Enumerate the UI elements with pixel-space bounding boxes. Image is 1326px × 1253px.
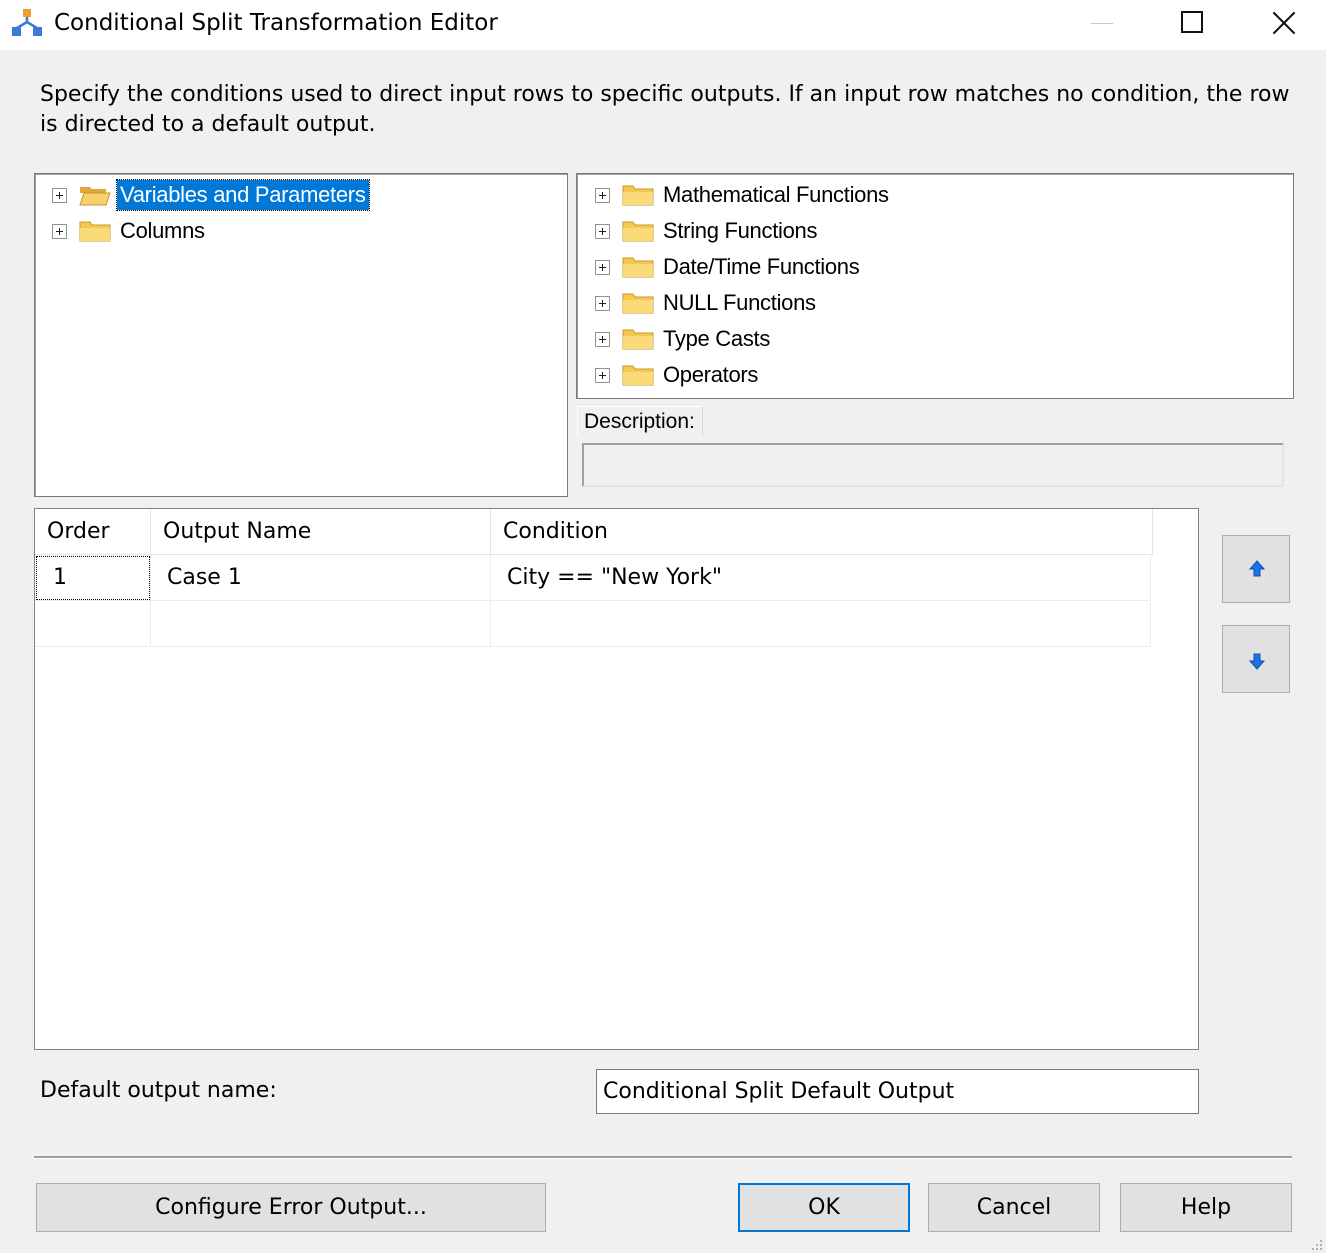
minimize-icon[interactable]: [1085, 4, 1121, 44]
tree-item-label: Variables and Parameters: [116, 179, 370, 211]
tree-item-label: String Functions: [663, 218, 818, 243]
maximize-icon[interactable]: [1174, 4, 1210, 44]
configure-error-output-button[interactable]: Configure Error Output...: [36, 1183, 546, 1232]
tree-item-label: Type Casts: [663, 326, 771, 351]
tree-item-type-casts[interactable]: Type Casts: [595, 322, 773, 356]
folder-icon: [622, 329, 654, 350]
column-header-order[interactable]: Order: [35, 509, 151, 555]
move-up-button[interactable]: [1222, 535, 1290, 603]
instructions-text: Specify the conditions used to direct in…: [40, 82, 1290, 137]
folder-icon: [622, 365, 654, 386]
cell-output-name[interactable]: [151, 601, 491, 647]
column-header-output-name[interactable]: Output Name: [151, 509, 491, 555]
move-down-button[interactable]: [1222, 625, 1290, 693]
tree-item-columns[interactable]: Columns: [52, 214, 208, 248]
expand-icon[interactable]: [595, 295, 610, 311]
tree-item-string-functions[interactable]: String Functions: [595, 214, 820, 248]
folder-icon: [622, 185, 654, 206]
help-button[interactable]: Help: [1120, 1183, 1292, 1232]
tree-item-operators[interactable]: Operators: [595, 358, 761, 392]
cell-order[interactable]: 1: [35, 555, 151, 601]
description-box: [582, 443, 1284, 487]
default-output-input[interactable]: Conditional Split Default Output: [596, 1069, 1199, 1114]
tree-item-null-functions[interactable]: NULL Functions: [595, 286, 819, 320]
cell-order[interactable]: [35, 601, 151, 647]
folder-icon: [622, 257, 654, 278]
conditions-grid[interactable]: Order Output Name Condition 1 Case 1 Cit…: [34, 508, 1199, 1050]
folder-icon: [622, 293, 654, 314]
expand-icon[interactable]: [595, 259, 610, 275]
folder-open-icon: [79, 187, 111, 206]
ssis-conditional-split-icon: [12, 9, 42, 36]
cancel-button[interactable]: Cancel: [928, 1183, 1100, 1232]
window-title: Conditional Split Transformation Editor: [54, 10, 498, 36]
expand-icon[interactable]: [595, 367, 610, 383]
cell-condition[interactable]: [491, 601, 1151, 647]
expand-icon[interactable]: [52, 223, 67, 239]
tree-item-label: Mathematical Functions: [663, 182, 889, 207]
expand-icon[interactable]: [595, 223, 610, 239]
tree-item-label: Date/Time Functions: [663, 254, 860, 279]
folder-icon: [622, 221, 654, 242]
tree-item-mathematical-functions[interactable]: Mathematical Functions: [595, 178, 892, 212]
resize-grip-icon[interactable]: [1306, 1234, 1324, 1252]
tree-item-label: Columns: [120, 218, 205, 243]
default-output-label: Default output name:: [40, 1078, 277, 1103]
ok-button[interactable]: OK: [738, 1183, 910, 1232]
tree-item-label: Operators: [663, 362, 759, 387]
arrow-down-icon: [1248, 653, 1266, 670]
arrow-up-icon: [1248, 560, 1266, 577]
separator: [34, 1156, 1292, 1159]
expand-icon[interactable]: [595, 187, 610, 203]
folder-icon: [79, 221, 111, 242]
close-icon[interactable]: [1266, 4, 1302, 44]
description-label: Description:: [577, 406, 703, 436]
tree-item-date-time-functions[interactable]: Date/Time Functions: [595, 250, 862, 284]
cell-condition[interactable]: City == "New York": [491, 555, 1151, 601]
expand-icon[interactable]: [52, 187, 67, 203]
variables-columns-tree[interactable]: Variables and Parameters Columns: [34, 173, 568, 497]
tree-item-label: NULL Functions: [663, 290, 816, 315]
tree-item-variables-and-parameters[interactable]: Variables and Parameters: [52, 178, 370, 212]
column-header-condition[interactable]: Condition: [491, 509, 1153, 555]
cell-output-name[interactable]: Case 1: [151, 555, 491, 601]
functions-tree[interactable]: Mathematical Functions String Functions …: [576, 173, 1294, 399]
expand-icon[interactable]: [595, 331, 610, 347]
